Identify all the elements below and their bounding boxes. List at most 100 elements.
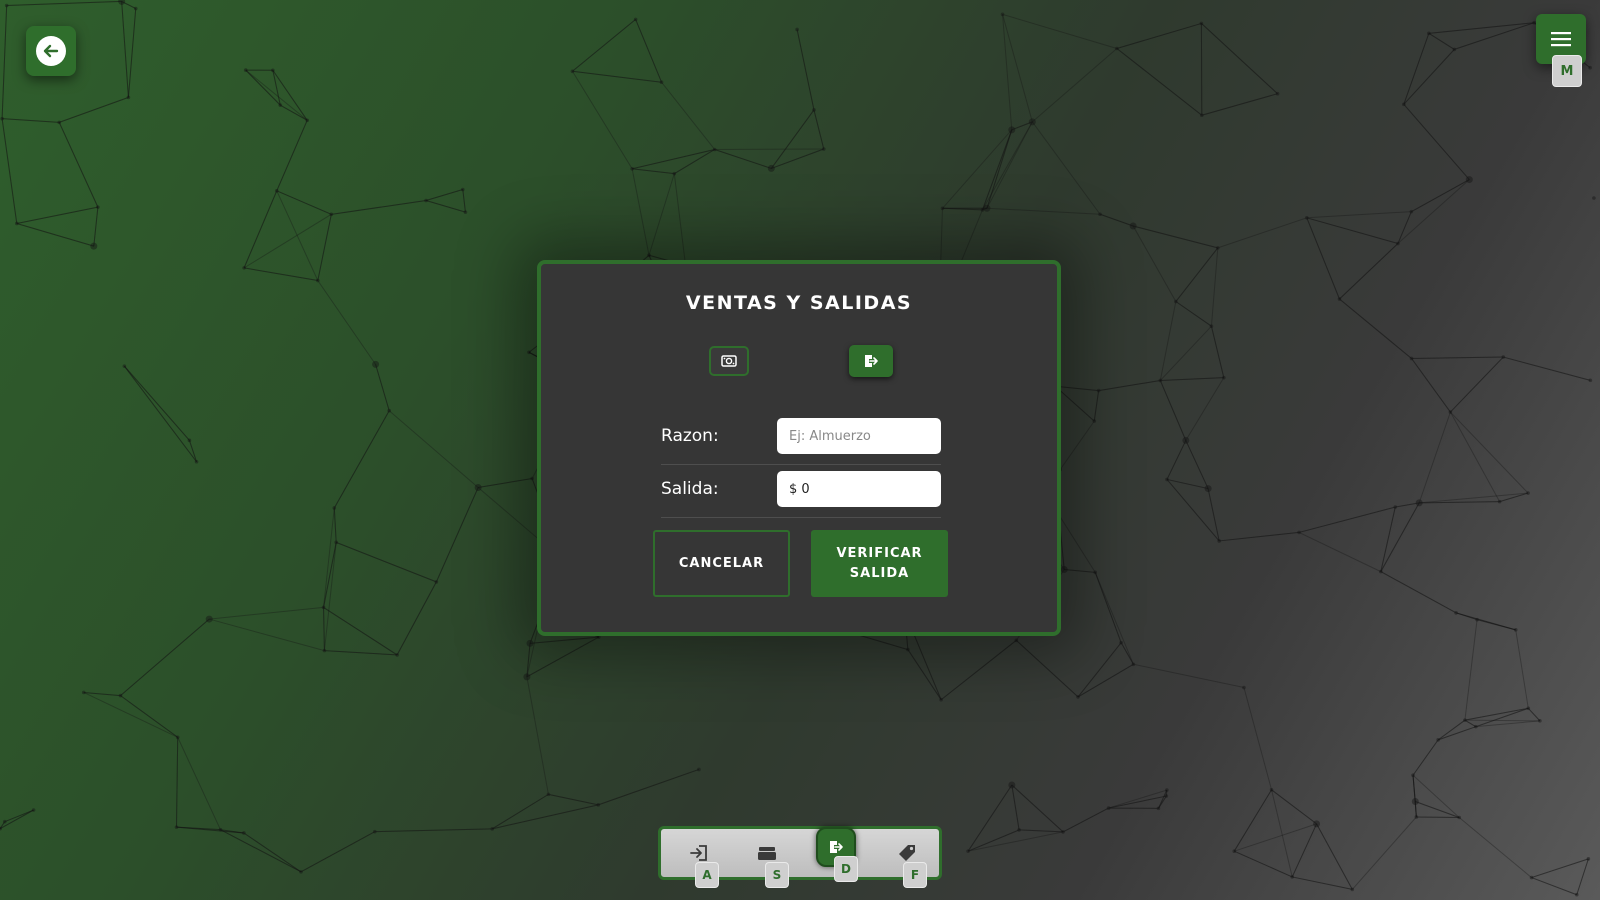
network-line	[1059, 420, 1095, 470]
network-line	[1108, 795, 1167, 809]
network-line	[244, 267, 318, 282]
network-line	[1464, 707, 1529, 721]
network-line	[1527, 707, 1541, 722]
bottom-dock: A S D F	[658, 826, 942, 888]
network-line	[572, 71, 633, 170]
network-line	[1132, 225, 1177, 302]
network-line	[1395, 502, 1420, 508]
network-line	[1175, 247, 1219, 302]
network-line	[1, 118, 18, 224]
network-line	[1397, 211, 1412, 244]
network-line	[176, 826, 244, 834]
network-node	[490, 827, 495, 831]
network-line	[661, 81, 716, 150]
network-line	[526, 676, 549, 795]
network-line	[1298, 531, 1382, 573]
network-line	[243, 190, 278, 269]
network-node	[118, 693, 123, 698]
network-line	[1450, 411, 1529, 494]
network-line	[940, 639, 1017, 701]
network-line	[1234, 823, 1317, 852]
network-node	[1098, 212, 1102, 217]
network-line	[1411, 356, 1504, 359]
network-line	[1166, 440, 1187, 480]
network-line	[1416, 816, 1460, 819]
network-line	[175, 737, 179, 828]
network-line	[1380, 571, 1457, 614]
network-line	[1339, 243, 1399, 300]
network-line	[323, 607, 398, 656]
salida-input[interactable]	[777, 471, 941, 507]
network-line	[1233, 789, 1272, 852]
verify-exit-button[interactable]: VERIFICAR SALIDA	[811, 530, 948, 597]
network-line	[336, 541, 437, 583]
network-line	[548, 793, 599, 806]
network-line	[492, 804, 599, 830]
network-line	[942, 129, 1013, 209]
network-line	[986, 207, 1101, 215]
network-node	[133, 6, 138, 11]
network-node	[1242, 685, 1246, 690]
network-line	[632, 149, 715, 170]
network-line	[1412, 775, 1417, 818]
exits-mode-button[interactable]	[849, 345, 893, 377]
network-line	[123, 365, 190, 441]
sales-mode-button[interactable]	[709, 346, 749, 376]
network-line	[375, 364, 390, 411]
network-line	[425, 200, 466, 213]
network-line	[1011, 784, 1064, 833]
network-line	[1058, 514, 1096, 573]
network-line	[1380, 502, 1420, 572]
network-node	[1409, 356, 1414, 361]
network-node	[96, 205, 100, 209]
menu-shortcut-badge: M	[1552, 55, 1582, 87]
network-line	[120, 618, 210, 696]
network-node	[1529, 875, 1534, 880]
network-line	[245, 69, 281, 106]
network-line	[324, 650, 398, 656]
network-node	[1131, 662, 1136, 667]
network-line	[1531, 877, 1577, 896]
network-line	[127, 8, 137, 98]
network-line	[631, 168, 650, 256]
network-line	[796, 29, 815, 111]
network-node	[526, 639, 534, 647]
network-line	[1210, 247, 1219, 327]
network-line	[1175, 301, 1212, 327]
razon-row: Razon:	[661, 414, 941, 465]
dock-shortcut-d: D	[834, 856, 858, 882]
network-node	[1000, 12, 1005, 17]
cancel-button[interactable]: CANCELAR	[653, 530, 790, 597]
network-line	[1351, 816, 1417, 890]
network-node	[1106, 806, 1111, 810]
verify-label-line2: SALIDA	[849, 565, 910, 581]
exit-icon	[830, 841, 843, 853]
network-line	[317, 214, 332, 281]
network-line	[1159, 325, 1212, 381]
exit-icon	[865, 355, 878, 367]
sales-exits-modal: VENTAS Y SALIDAS Razon: Salida: CANCELAR…	[537, 260, 1061, 636]
network-line	[276, 120, 308, 192]
network-line	[967, 829, 1020, 852]
network-node	[630, 166, 634, 171]
network-line	[1412, 774, 1460, 818]
back-button[interactable]	[26, 26, 76, 76]
network-line	[1415, 801, 1460, 818]
network-node	[187, 438, 192, 443]
cash-icon	[721, 355, 737, 367]
network-line	[1455, 612, 1516, 631]
network-line	[1159, 380, 1187, 441]
network-line	[1316, 823, 1353, 890]
network-line	[123, 365, 197, 463]
network-line	[188, 440, 198, 462]
network-line	[1031, 121, 1101, 215]
dock-shortcut-s: S	[765, 862, 789, 888]
network-line	[1032, 48, 1118, 123]
razon-input[interactable]	[777, 418, 941, 454]
network-line	[1098, 379, 1161, 392]
network-line	[121, 1, 129, 98]
network-line	[245, 69, 308, 121]
network-line	[1133, 663, 1245, 689]
network-node	[463, 210, 468, 214]
stack-icon	[758, 847, 776, 860]
